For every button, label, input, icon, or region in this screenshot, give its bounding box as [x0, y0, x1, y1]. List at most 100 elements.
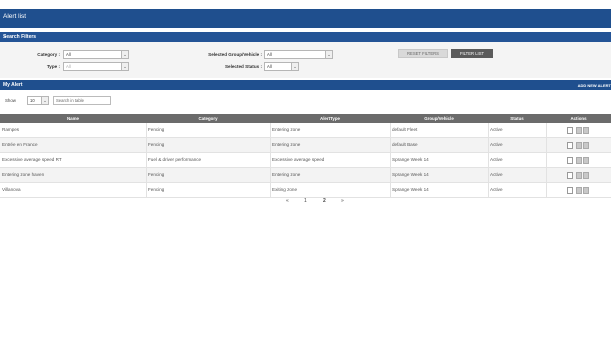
column-divider — [488, 168, 489, 183]
chevron-down-icon: ⌄ — [121, 63, 128, 70]
cell-name: Villanova — [2, 187, 21, 192]
column-divider — [270, 153, 271, 168]
cell-category: Fuel & driver performance — [148, 157, 202, 162]
pagination-prev[interactable]: « — [286, 198, 289, 204]
column-header-name[interactable]: Name — [0, 116, 146, 121]
column-divider — [390, 123, 391, 138]
cell-group-vehicle: default Fleet — [392, 127, 418, 132]
group-vehicle-select-value: All — [267, 52, 272, 57]
search-filters-panel — [0, 42, 611, 78]
column-divider — [390, 168, 391, 183]
edit-icon[interactable] — [567, 141, 573, 149]
status-label: Selected Status : — [224, 64, 262, 69]
column-divider — [546, 123, 547, 138]
status-select[interactable]: All ⌄ — [264, 62, 299, 71]
column-divider — [146, 123, 147, 138]
edit-icon[interactable] — [567, 186, 573, 194]
column-divider — [488, 183, 489, 198]
column-divider — [488, 123, 489, 138]
category-select[interactable]: All ⌄ — [63, 50, 129, 59]
column-divider — [146, 168, 147, 183]
cell-name: Excessive average speed RT — [2, 157, 62, 162]
pagination-page-1[interactable]: 1 — [304, 198, 307, 204]
type-select[interactable]: All ⌄ — [63, 62, 129, 71]
filter-list-button[interactable]: FILTER LIST — [451, 49, 493, 58]
page-size-value: 10 — [30, 98, 35, 103]
column-header-alerttype[interactable]: AlertType — [270, 116, 390, 121]
reset-filters-button[interactable]: RESET FILTERS — [398, 49, 448, 58]
cell-name: Entering zone haven — [2, 172, 45, 177]
status-select-value: All — [267, 64, 272, 69]
cell-name: Entrée en France — [2, 142, 38, 147]
page-title-bar: Alert list — [0, 9, 611, 28]
column-divider — [488, 138, 489, 153]
delete-icon[interactable] — [583, 126, 589, 134]
delete-icon[interactable] — [583, 141, 589, 149]
copy-icon[interactable] — [576, 186, 582, 194]
column-divider — [270, 123, 271, 138]
chevron-down-icon: ⌄ — [291, 63, 298, 70]
delete-icon[interactable] — [583, 156, 589, 164]
column-divider — [390, 153, 391, 168]
cell-group-vehicle: default Base — [392, 142, 418, 147]
category-label: Category : — [37, 52, 60, 57]
delete-icon[interactable] — [583, 186, 589, 194]
column-header-category[interactable]: Category — [146, 116, 270, 121]
cell-group-vehicle: Sprange Week 14 — [392, 157, 429, 162]
column-header-status[interactable]: Status — [488, 116, 546, 121]
column-divider — [146, 183, 147, 198]
table-row[interactable]: Villanova Fencing Exiting zone Sprange Week… — [0, 183, 611, 198]
chevron-down-icon: ⌄ — [41, 97, 48, 104]
table-header: Name Category AlertType Group/Vehicle St… — [0, 114, 611, 123]
column-divider — [270, 183, 271, 198]
table-row[interactable]: Excessive average speed RT Fuel & driver … — [0, 153, 611, 168]
column-divider — [546, 153, 547, 168]
chevron-down-icon: ⌄ — [121, 51, 128, 58]
table-search-placeholder: Search in table — [56, 98, 84, 103]
table-row[interactable]: Rampes Fencing Entering zone default Fleet A… — [0, 123, 611, 138]
column-header-actions: Actions — [570, 116, 587, 121]
cell-alerttype: Excessive average speed — [272, 157, 325, 162]
category-select-value: All — [66, 52, 71, 57]
copy-icon[interactable] — [576, 141, 582, 149]
column-header-group-vehicle[interactable]: Group/Vehicle — [390, 116, 488, 121]
column-divider — [546, 138, 547, 153]
copy-icon[interactable] — [576, 171, 582, 179]
column-divider — [390, 183, 391, 198]
copy-icon[interactable] — [576, 126, 582, 134]
edit-icon[interactable] — [567, 171, 573, 179]
table-row[interactable]: Entering zone haven Fencing Entering zone S… — [0, 168, 611, 183]
edit-icon[interactable] — [567, 156, 573, 164]
delete-icon[interactable] — [583, 171, 589, 179]
my-alert-title: My Alert — [3, 82, 23, 88]
column-divider — [270, 138, 271, 153]
chevron-down-icon: ⌄ — [325, 51, 332, 58]
search-filters-header[interactable]: Search Filters ⌄ — [0, 32, 611, 42]
pagination-next[interactable]: » — [341, 198, 344, 204]
cell-alerttype: Exiting zone — [272, 187, 298, 192]
column-divider — [546, 183, 547, 198]
group-vehicle-label: Selected Group/Vehicle : — [208, 52, 262, 57]
table-row[interactable]: Entrée en France Fencing Entering zone defa… — [0, 138, 611, 153]
add-new-alert-button[interactable]: ADD NEW ALERT — [578, 83, 611, 88]
cell-alerttype: Entering zone — [272, 142, 301, 147]
column-divider — [546, 168, 547, 183]
cell-alerttype: Entering zone — [272, 127, 301, 132]
my-alert-header: My Alert ADD NEW ALERT — [0, 80, 611, 90]
page-size-select[interactable]: 10 ⌄ — [27, 96, 49, 105]
group-vehicle-select[interactable]: All ⌄ — [264, 50, 333, 59]
column-divider — [390, 138, 391, 153]
copy-icon[interactable] — [576, 156, 582, 164]
cell-status: Active — [490, 127, 503, 132]
chevron-down-icon[interactable]: ⌄ — [3, 33, 609, 39]
page-title: Alert list — [3, 13, 27, 20]
pagination-page-2[interactable]: 2 — [323, 198, 326, 204]
cell-group-vehicle: Sprange Week 14 — [392, 187, 429, 192]
type-select-value: All — [66, 64, 71, 69]
cell-category: Fencing — [148, 142, 165, 147]
column-divider — [146, 138, 147, 153]
cell-status: Active — [490, 187, 503, 192]
table-search-input[interactable]: Search in table — [53, 96, 111, 105]
edit-icon[interactable] — [567, 126, 573, 134]
cell-status: Active — [490, 172, 503, 177]
